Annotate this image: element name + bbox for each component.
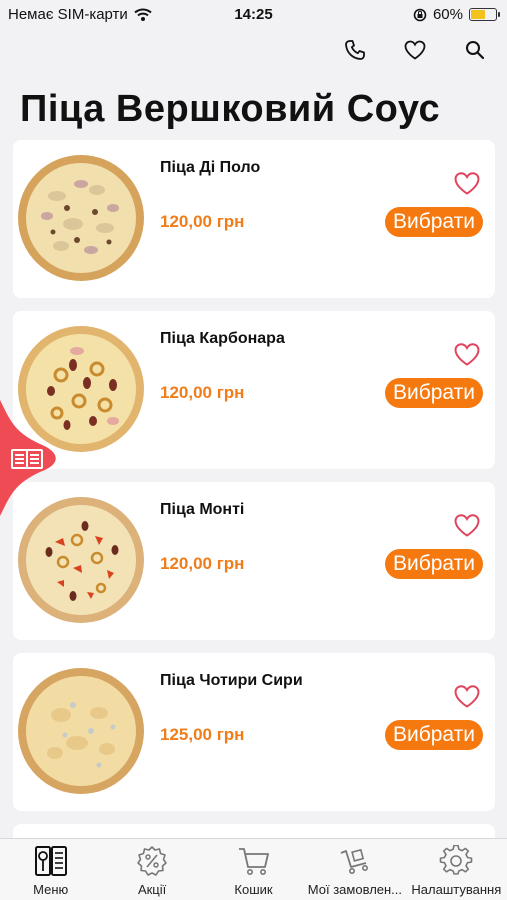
product-price: 120,00 грн <box>160 212 245 231</box>
heart-icon[interactable] <box>403 38 427 62</box>
pizza-image <box>18 155 144 281</box>
settings-gear-icon <box>440 845 473 875</box>
cart-icon <box>238 848 269 875</box>
tab-settings[interactable]: Налаштування <box>406 839 507 900</box>
tab-label: Кошик <box>234 882 273 897</box>
tab-cart[interactable]: Кошик <box>203 839 304 900</box>
favorite-heart-icon[interactable] <box>453 512 481 538</box>
tab-label: Мої замовлен... <box>307 882 403 897</box>
battery-icon <box>469 8 500 21</box>
tab-menu[interactable]: Меню <box>0 839 101 900</box>
phone-icon[interactable] <box>343 38 367 62</box>
discount-gear-icon <box>137 846 167 876</box>
product-name: Піца Карбонара <box>160 330 285 347</box>
status-right: 60% <box>413 6 500 23</box>
product-name: Піца Ді Поло <box>160 159 261 176</box>
product-price: 120,00 грн <box>160 554 245 573</box>
choose-button[interactable]: Вибрати <box>385 720 483 750</box>
battery-level <box>471 10 486 19</box>
favorite-heart-icon[interactable] <box>453 170 481 196</box>
status-bar: Немає SIM-карти 14:25 60% <box>0 0 507 30</box>
tab-label: Меню <box>33 882 69 897</box>
tab-my-orders[interactable]: Мої замовлен... <box>304 839 405 900</box>
product-price: 120,00 грн <box>160 383 245 402</box>
favorite-heart-icon[interactable] <box>453 341 481 367</box>
order-cart-icon <box>340 848 368 874</box>
rotation-lock-icon <box>413 8 427 21</box>
favorite-heart-icon[interactable] <box>453 683 481 709</box>
product-card[interactable]: Піца Ді Поло 120,00 грн Вибрати <box>13 140 495 298</box>
page-title: Піца Вершковий Соус <box>20 88 441 130</box>
menu-book-icon <box>34 846 67 876</box>
tab-label: Налаштування <box>411 882 502 897</box>
product-list: Піца Ді Поло 120,00 грн Вибрати Піца Кар… <box>13 140 495 844</box>
product-card[interactable]: Піца Монті 120,00 грн Вибрати <box>13 482 495 640</box>
product-price: 125,00 грн <box>160 725 245 744</box>
product-name: Піца Чотири Сири <box>160 672 303 689</box>
tab-promotions[interactable]: Акції <box>101 839 202 900</box>
choose-button[interactable]: Вибрати <box>385 207 483 237</box>
product-name: Піца Монті <box>160 501 245 518</box>
product-card[interactable]: Піца Чотири Сири 125,00 грн Вибрати <box>13 653 495 811</box>
product-card[interactable]: Піца Карбонара 120,00 грн Вибрати <box>13 311 495 469</box>
top-actions <box>343 38 487 62</box>
catalog-side-tab[interactable] <box>0 400 64 516</box>
search-icon[interactable] <box>463 38 487 62</box>
bottom-tab-bar: Меню Акції Кошик Мої замовлен... Налашту… <box>0 838 507 900</box>
tab-label: Акції <box>137 882 167 897</box>
choose-button[interactable]: Вибрати <box>385 549 483 579</box>
choose-button[interactable]: Вибрати <box>385 378 483 408</box>
battery-percent: 60% <box>432 6 463 23</box>
pizza-image <box>18 668 144 794</box>
